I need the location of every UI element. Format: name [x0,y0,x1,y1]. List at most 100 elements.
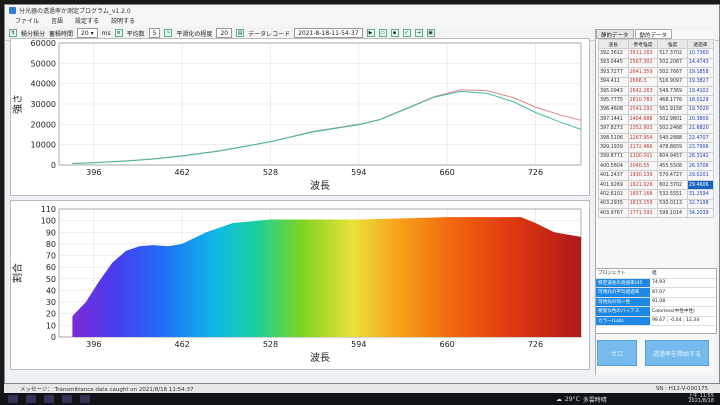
clock[interactable]: 上午 11:55 2021/8/18 [688,394,714,404]
x-tick-label: 528 [263,340,278,349]
x-tick-label: 528 [263,168,278,177]
table-row[interactable]: 395.7775 2610.783 468.1776 18.0129 [598,95,715,106]
table-row[interactable]: 393.7277 2641.359 502.7667 19.1858 [598,67,715,78]
menu-help[interactable]: 説明する [111,16,135,25]
cell-wavelength: 397.8273 [598,123,629,134]
y-tick-label: 10000 [31,141,56,150]
windows-start-icon[interactable] [8,395,18,403]
cell-reference: 1813.159 [627,198,659,210]
y-tick-label: 30000 [31,100,56,109]
image-icon[interactable]: ▣ [426,29,435,37]
weather-icon: ☁ [556,395,562,403]
cell-wavelength: 403.9767 [598,208,629,219]
property-row[interactable]: 可視光の均一性 91.08 [596,297,716,307]
table-row[interactable]: 397.8273 2352.903 502.2468 21.6820 [598,123,715,134]
check-icon[interactable]: ✓ [402,29,411,37]
search-icon[interactable] [26,395,36,403]
property-value: Colorless(中性中性) [652,309,695,315]
intensity-chart[interactable]: 0 10000 20000 30000 40000 50000 60000 396 462 528… [11,39,589,195]
property-value: 91.08 [652,299,666,305]
col-transmittance[interactable]: 透過率 [686,38,715,50]
browser-icon[interactable] [44,395,54,403]
cell-reference: 2352.903 [627,123,659,134]
property-row[interactable]: カラー(Lab) 99.67 ; -0.04 ; 12.34 [596,316,716,326]
transmittance-chart[interactable]: 0 10 20 30 40 50 60 70 80 90 100 110 396 462 528 594 660… [11,201,589,369]
cell-intensity: 502.9801 [657,114,688,125]
table-row[interactable]: 395.0943 2642.263 549.7369 19.4102 [598,85,715,97]
tab-static-data[interactable]: 静的データ [596,29,634,39]
table-row[interactable]: 399.1939 2172.466 478.8659 23.7906 [598,142,715,153]
table-row[interactable]: 401.9269 1921.026 602.3702 29.4606 [598,179,715,191]
menu-bar: ファイル 言語 設定する 説明する [5,15,719,26]
cell-intensity: 532.5551 [657,189,688,200]
y-tick-label: 0 [51,333,56,342]
y-tick-label: 70 [46,252,56,261]
x-tick-label: 396 [86,168,101,177]
table-row[interactable]: 393.0445 2567.302 502.2067 14.4743 [598,57,715,69]
smooth-icon: ~ [164,29,173,37]
intensity-chart-panel: 0 10000 20000 30000 40000 50000 60000 396 462 528… [10,38,590,196]
menu-file[interactable]: ファイル [15,16,39,25]
record-input[interactable]: 2021-8-18-11-54-37 [294,28,363,38]
table-row[interactable]: 401.2437 1930.139 570.4727 29.0201 [598,170,715,181]
cell-transmittance: 26.3142 [686,151,715,163]
cell-wavelength: 394.411 [598,76,629,87]
table-row[interactable]: 403.9767 1771.593 599.1014 34.2039 [598,208,715,219]
export-icon[interactable]: ⇥ [414,29,423,37]
app-taskbar-icon[interactable] [80,395,90,403]
gain-icon[interactable]: ↯ [9,29,17,37]
property-value: 99.67 ; -0.04 ; 12.34 [652,318,700,324]
cell-transmittance: 18.0129 [686,95,715,106]
cell-intensity: 478.8659 [657,142,688,153]
smooth-input[interactable]: 20 [216,28,233,38]
x-tick-label: 726 [528,340,543,349]
tab-dynamic-data[interactable]: 動的データ [634,29,673,39]
cell-reference: 2541.191 [627,104,659,116]
y-tick-label: 10 [46,321,56,330]
table-row[interactable]: 394.411 2666.3 516.9097 19.3827 [598,76,715,87]
table-row[interactable]: 403.2935 1813.159 530.0113 32.7198 [598,198,715,210]
table-row[interactable]: 398.5106 2267.954 540.2888 22.4707 [598,132,715,144]
col-reference[interactable]: 参考強度 [627,38,659,50]
cell-reference: 2100.001 [627,151,659,163]
cell-wavelength: 401.2437 [598,170,629,181]
property-row[interactable]: 可視光の平均透過率 87.07 [596,288,716,298]
save-icon[interactable]: ▪ [390,29,399,37]
table-row[interactable]: 399.8771 2100.001 604.9457 26.3142 [598,151,715,163]
measure-button[interactable]: 透過率を開始する [645,340,709,366]
property-key: 特定波長の透過率(45 [596,278,650,287]
average-input[interactable]: 5 [148,28,161,38]
x-tick-label: 594 [351,168,366,177]
weather-widget[interactable]: ☁ 29°C 多雲時晴 [556,395,607,404]
col-wavelength[interactable]: 波長 [598,38,629,50]
table-row[interactable]: 400.5604 2040.55 455.5508 26.3706 [598,161,715,172]
integration-input[interactable]: 20 ▾ [77,28,98,38]
x-tick-label: 660 [440,168,455,177]
play-icon[interactable]: ▶ [366,29,375,37]
table-row[interactable]: 397.1441 2464.688 502.9801 20.3800 [598,114,715,125]
zero-button[interactable]: ゼロ [597,340,637,366]
cell-intensity: 516.9097 [657,76,688,87]
cell-intensity: 468.1776 [657,95,688,106]
cell-wavelength: 400.5604 [598,161,629,172]
cell-reference: 2040.55 [627,161,659,172]
y-tick-label: 100 [41,217,56,226]
menu-language[interactable]: 言語 [51,16,63,25]
cell-transmittance: 29.0201 [686,170,715,181]
y-tick-label: 60 [46,263,56,272]
table-row[interactable]: 392.3612 3511.163 517.3702 10.7360 [598,48,715,59]
cell-reference: 2642.263 [627,85,659,97]
property-row[interactable]: 視覚な色のバイアス Colorless(中性中性) [596,307,716,317]
folder-icon[interactable]: ▭ [378,29,387,37]
y-tick-label: 90 [46,228,56,237]
unit-label: ms [101,29,111,37]
folder-icon-taskbar[interactable] [62,395,72,403]
table-row[interactable]: 396.4608 2541.191 561.9158 19.7020 [598,104,715,116]
menu-settings[interactable]: 設定する [75,16,99,25]
cell-wavelength: 393.7277 [598,67,629,78]
x-axis-label: 波長 [310,179,330,192]
table-row[interactable]: 402.6102 1857.168 532.5551 31.2594 [598,189,715,200]
property-row[interactable]: 特定波長の透過率(45 74.93 [596,278,716,288]
col-intensity[interactable]: 強度 [657,38,688,50]
reference-line [72,89,582,164]
